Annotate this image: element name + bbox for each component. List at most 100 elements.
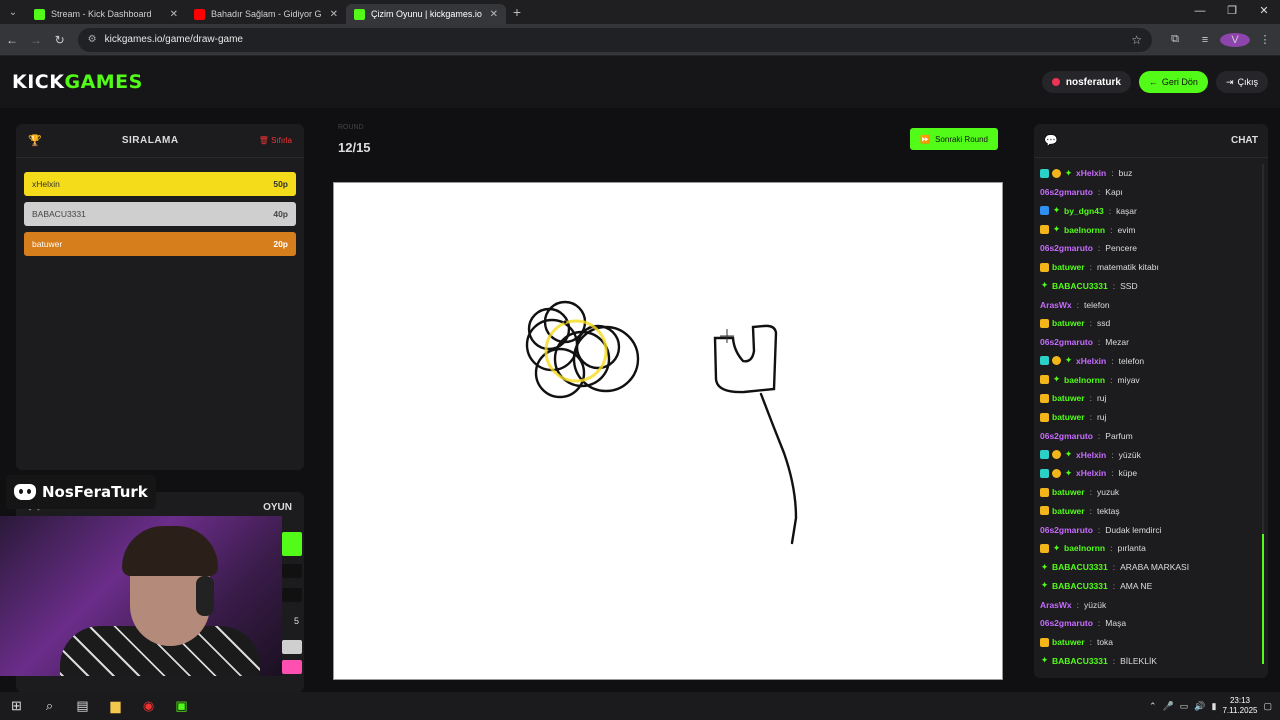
start-icon[interactable]: ⊞	[0, 698, 33, 714]
browser-tab[interactable]: Bahadır Sağlam - Gidiyor G ✕	[186, 4, 346, 24]
brush-size-value: 5	[293, 616, 299, 626]
back-button[interactable]: ← Geri Dön	[1138, 71, 1208, 93]
round-label: ROUND	[338, 124, 364, 131]
chat-message: batuwer: ruj	[1040, 408, 1262, 427]
system-tray: ⌃ 🎤 ▭ 🔊 ▮ 23:13 7.11.2025 ▢	[1149, 696, 1280, 716]
url-field[interactable]: ⚙ kickgames.io/game/draw-game ☆	[77, 27, 1152, 52]
browser-menu-icon[interactable]: ⋮	[1250, 33, 1280, 46]
chat-message: ✦ baelnornn: evim	[1040, 220, 1262, 239]
chat-username[interactable]: BABACU3331	[1052, 581, 1108, 591]
browser-tab[interactable]: Stream - Kick Dashboard ✕	[26, 4, 186, 24]
chat-messages[interactable]: ✦ xHelxin: buz 06s2gmaruto: Kapı ✦ by_dgn43: ka…	[1034, 158, 1268, 670]
chat-username[interactable]: batuwer	[1052, 318, 1085, 328]
chat-username[interactable]: ArasWx	[1040, 600, 1072, 610]
chat-username[interactable]: ArasWx	[1040, 300, 1072, 310]
chat-message: batuwer: matematik kitabı	[1040, 258, 1262, 277]
chat-username[interactable]: 06s2gmaruto	[1040, 618, 1093, 628]
chat-username[interactable]: 06s2gmaruto	[1040, 337, 1093, 347]
new-tab-icon[interactable]: +	[506, 4, 528, 20]
pink-color-swatch[interactable]	[282, 660, 302, 674]
kickgames-logo[interactable]: KICKGAMES	[12, 71, 143, 93]
chat-text: telefon	[1118, 355, 1145, 366]
chat-text: Maşa	[1105, 618, 1127, 629]
chat-username[interactable]: batuwer	[1052, 412, 1085, 422]
crown-badge-icon	[1040, 506, 1049, 516]
drawing-canvas[interactable]	[333, 182, 1003, 680]
profile-avatar[interactable]: V	[1220, 32, 1250, 47]
gray-color-swatch[interactable]	[282, 640, 302, 654]
chat-username[interactable]: BABACU3331	[1052, 281, 1108, 291]
player-name: batuwer	[32, 239, 63, 249]
chat-text: Kapı	[1105, 187, 1123, 198]
teal-badge-icon	[1040, 468, 1049, 478]
tab-search-icon[interactable]: ⌄	[0, 0, 26, 24]
chat-username[interactable]: baelnornn	[1064, 375, 1105, 385]
clock[interactable]: 23:13 7.11.2025	[1222, 696, 1257, 716]
chat-username[interactable]: xHelxin	[1076, 168, 1106, 178]
chat-username[interactable]: batuwer	[1052, 506, 1085, 516]
tray-chevron-icon[interactable]: ⌃	[1149, 701, 1157, 712]
forward-icon[interactable]: →	[24, 33, 48, 47]
chat-scroll-thumb[interactable]	[1262, 534, 1264, 664]
chat-text: BİLEKLİK	[1120, 655, 1157, 666]
notifications-icon[interactable]: ▢	[1263, 701, 1272, 712]
chat-username[interactable]: batuwer	[1052, 262, 1085, 272]
close-tab-icon[interactable]: ✕	[170, 9, 178, 20]
crosshair-cursor	[720, 329, 734, 343]
reload-icon[interactable]: ↻	[48, 33, 72, 47]
chat-text: kaşar	[1116, 205, 1137, 216]
close-tab-icon[interactable]: ✕	[330, 9, 338, 20]
chat-username[interactable]: baelnornn	[1064, 543, 1105, 553]
chat-username[interactable]: batuwer	[1052, 637, 1085, 647]
browser-tab[interactable]: Çizim Oyunu | kickgames.io ✕	[346, 4, 506, 24]
task-view-icon[interactable]: ▤	[66, 698, 99, 714]
back-icon[interactable]: ←	[0, 33, 24, 47]
close-window-icon[interactable]: ✕	[1248, 0, 1280, 24]
microphone-icon[interactable]: 🎤	[1163, 701, 1174, 712]
chat-username[interactable]: BABACU3331	[1052, 562, 1108, 572]
minimize-icon[interactable]: —	[1184, 0, 1216, 24]
chrome-icon[interactable]: ◉	[132, 698, 165, 714]
user-menu[interactable]: nosferaturk	[1041, 71, 1131, 93]
site-info-icon[interactable]: ⚙	[88, 34, 97, 45]
chat-text: ssd	[1096, 318, 1111, 329]
dark-tool-button[interactable]	[282, 564, 302, 578]
chat-username[interactable]: batuwer	[1052, 393, 1085, 403]
chat-username[interactable]: xHelxin	[1076, 356, 1106, 366]
dark-tool-button-2[interactable]	[282, 588, 302, 602]
file-explorer-icon[interactable]: ▆	[99, 698, 132, 714]
search-icon[interactable]: ⌕	[33, 698, 66, 714]
player-points: 20p	[273, 239, 288, 249]
chat-text: pırlanta	[1117, 543, 1146, 554]
chat-username[interactable]: 06s2gmaruto	[1040, 243, 1093, 253]
chat-bubbles-icon: 💬	[1044, 135, 1058, 147]
chat-scrollbar[interactable]	[1262, 164, 1264, 664]
chat-username[interactable]: BABACU3331	[1052, 656, 1108, 666]
chat-username[interactable]: batuwer	[1052, 487, 1085, 497]
user-avatar-icon	[1051, 78, 1060, 86]
chat-username[interactable]: 06s2gmaruto	[1040, 431, 1093, 441]
crown-badge-icon	[1040, 262, 1049, 272]
chat-username[interactable]: by_dgn43	[1064, 206, 1104, 216]
kick-app-icon[interactable]: ▣	[165, 698, 198, 714]
bookmark-star-icon[interactable]: ☆	[1131, 33, 1142, 47]
crown-badge-icon	[1040, 543, 1049, 553]
chat-username[interactable]: baelnornn	[1064, 225, 1105, 235]
next-round-button[interactable]: ⏩ Sonraki Round	[910, 128, 998, 150]
reset-button[interactable]: 🗑 Sıfırla	[259, 136, 292, 145]
close-tab-icon[interactable]: ✕	[490, 9, 498, 20]
chat-username[interactable]: xHelxin	[1076, 450, 1106, 460]
round-counter: 12/15	[338, 140, 371, 155]
extensions-icon[interactable]: ⧉	[1160, 33, 1190, 46]
volume-icon[interactable]: 🔊	[1194, 701, 1205, 712]
chat-message: ✦ BABACU3331: BİLEKLİK	[1040, 652, 1262, 671]
network-icon[interactable]: ▭	[1180, 701, 1189, 712]
battery-icon[interactable]: ▮	[1212, 701, 1217, 712]
chat-username[interactable]: xHelxin	[1076, 468, 1106, 478]
media-controls-icon[interactable]: ≡	[1190, 34, 1220, 46]
logout-button[interactable]: ⇥ Çıkış	[1215, 71, 1268, 93]
restore-icon[interactable]: ❐	[1216, 0, 1248, 24]
chat-username[interactable]: 06s2gmaruto	[1040, 187, 1093, 197]
green-tool-button[interactable]	[282, 532, 302, 556]
chat-username[interactable]: 06s2gmaruto	[1040, 525, 1093, 535]
